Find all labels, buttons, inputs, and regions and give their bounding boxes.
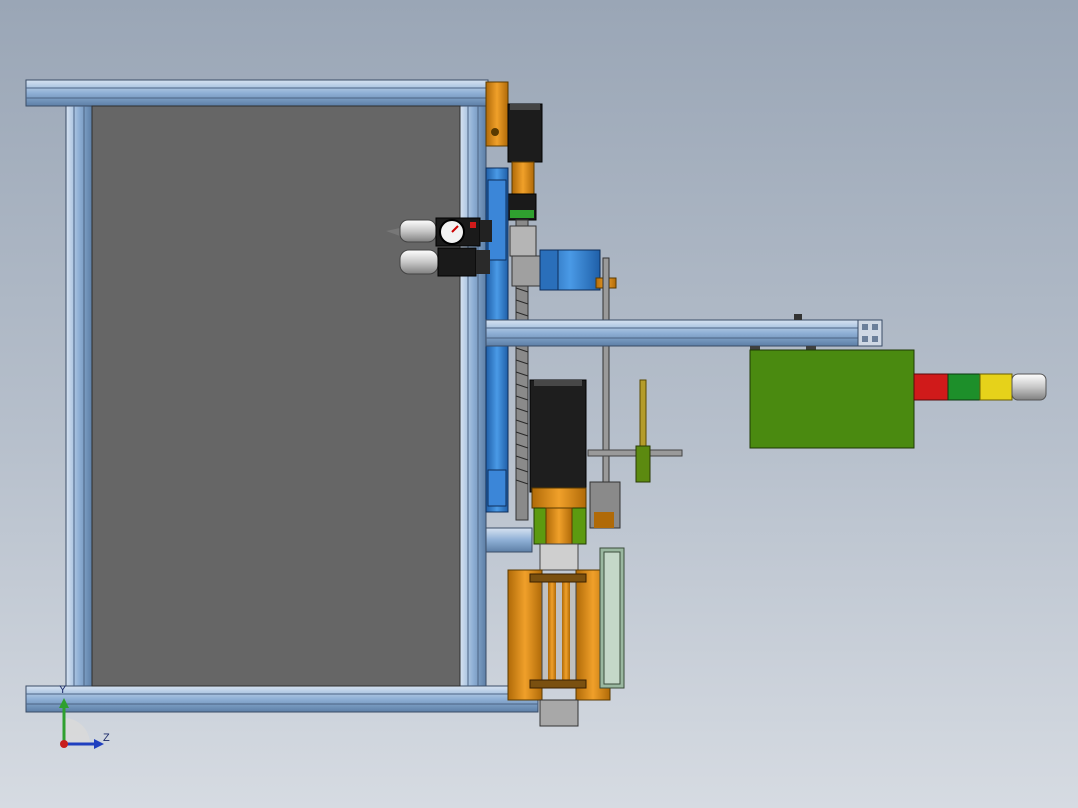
axis-y-label: Y <box>59 684 67 696</box>
signal-tower-light[interactable] <box>913 373 1047 401</box>
green-control-box[interactable] <box>749 346 915 449</box>
cad-model-canvas[interactable] <box>0 0 1078 808</box>
gray-panel[interactable] <box>91 105 461 687</box>
coordinate-triad: Y Z <box>50 684 120 758</box>
sensor-rod[interactable] <box>587 379 683 529</box>
horizontal-arm[interactable] <box>485 314 883 347</box>
axis-z-label: Z <box>103 732 110 744</box>
servo-motor[interactable] <box>529 379 587 509</box>
cad-viewport[interactable]: Y Z <box>0 0 1078 808</box>
axis-triad-icon <box>59 698 104 749</box>
